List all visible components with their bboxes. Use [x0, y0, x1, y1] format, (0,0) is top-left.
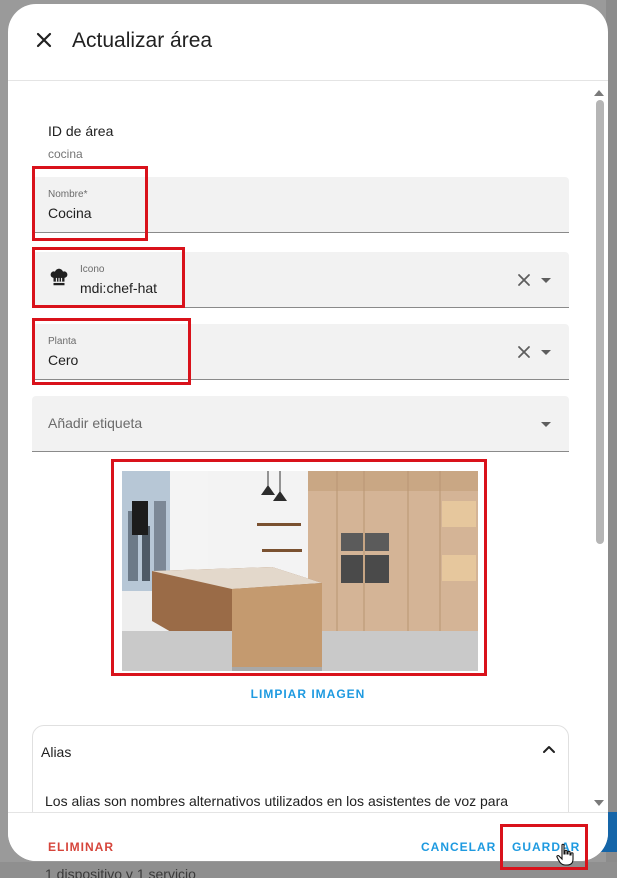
clear-image-button[interactable]: LIMPIAR IMAGEN	[8, 687, 608, 701]
cancel-button[interactable]: CANCELAR	[421, 840, 496, 854]
name-field-value: Cocina	[48, 205, 92, 221]
name-field[interactable]: Nombre* Cocina	[32, 177, 569, 233]
hand-pointer-icon	[556, 843, 574, 866]
area-id-label: ID de área	[48, 123, 114, 139]
icon-dropdown-icon[interactable]	[541, 278, 551, 283]
floor-field-label: Planta	[48, 336, 77, 347]
scrollbar-thumb[interactable]	[596, 100, 604, 544]
kitchen-photo	[122, 471, 478, 671]
alias-title: Alias	[41, 744, 72, 760]
scroll-up-arrow[interactable]	[594, 90, 604, 96]
icon-clear-icon[interactable]	[517, 273, 531, 287]
floor-field-value: Cero	[48, 352, 79, 368]
close-icon[interactable]	[32, 28, 56, 52]
label-dropdown-icon[interactable]	[541, 422, 551, 427]
floor-dropdown-icon[interactable]	[541, 350, 551, 355]
dialog-header: Actualizar área	[8, 4, 608, 81]
floor-field[interactable]: Planta Cero	[32, 324, 569, 380]
icon-field-label: Icono	[80, 264, 105, 275]
chevron-up-icon[interactable]	[542, 744, 556, 754]
floor-clear-icon[interactable]	[517, 345, 531, 359]
area-id-value: cocina	[48, 147, 83, 161]
chef-hat-icon	[50, 268, 68, 286]
name-field-label: Nombre*	[48, 189, 88, 200]
delete-button[interactable]: ELIMINAR	[48, 840, 114, 854]
area-image	[122, 471, 478, 671]
backdrop-device-count: 1 dispositivo y 1 servicio	[45, 866, 196, 878]
scroll-down-arrow[interactable]	[594, 800, 604, 806]
alias-description: Los alias son nombres alternativos utili…	[45, 793, 509, 809]
icon-field[interactable]: Icono mdi:chef-hat	[32, 252, 569, 308]
label-field-placeholder: Añadir etiqueta	[48, 415, 143, 431]
icon-field-value: mdi:chef-hat	[80, 280, 158, 296]
update-area-dialog: Actualizar área ID de área cocina Nombre…	[8, 4, 608, 861]
dialog-footer: ELIMINAR CANCELAR GUARDAR	[8, 812, 608, 861]
dialog-title: Actualizar área	[72, 29, 213, 52]
label-field[interactable]: Añadir etiqueta	[32, 396, 569, 452]
